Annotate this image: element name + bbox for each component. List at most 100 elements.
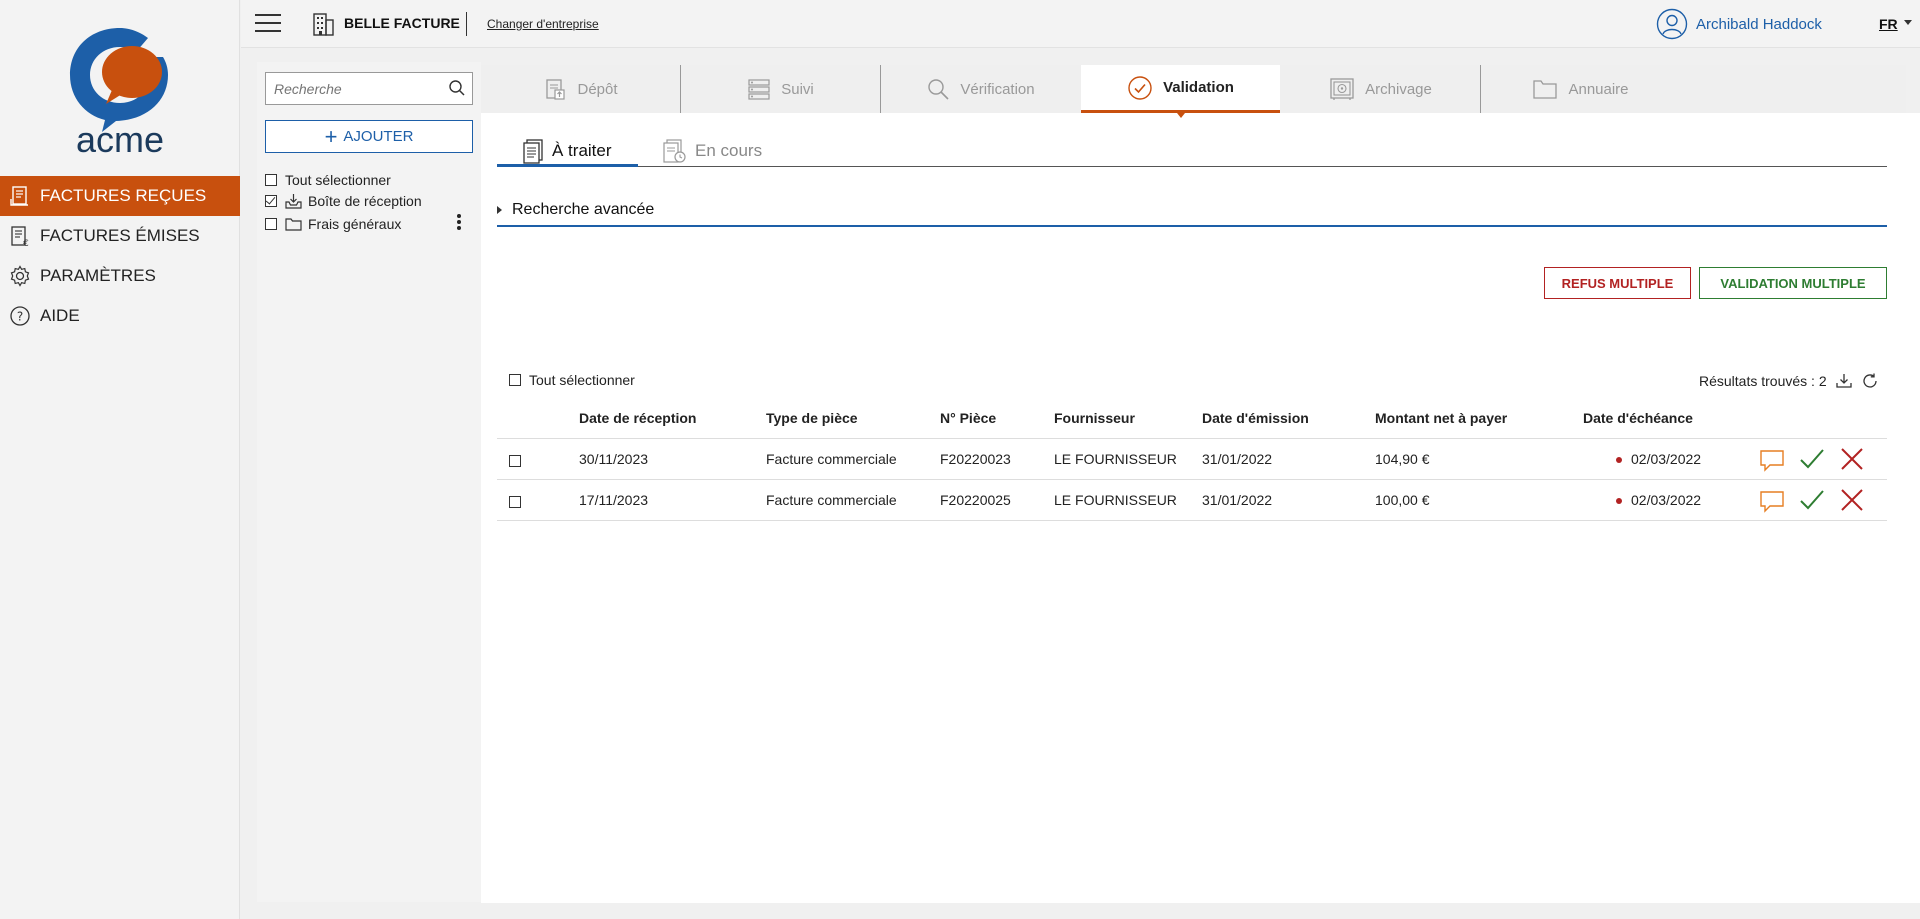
caret-down-icon	[1903, 19, 1912, 25]
tab-suivi[interactable]: Suivi	[681, 65, 880, 113]
received-invoices-icon	[8, 184, 32, 208]
search-icon	[926, 77, 950, 101]
search-input[interactable]	[274, 79, 439, 99]
bulk-validate-button[interactable]: VALIDATION MULTIPLE	[1699, 267, 1887, 299]
validate-icon[interactable]	[1799, 447, 1825, 471]
tab-verification[interactable]: Vérification	[881, 65, 1080, 113]
divider	[466, 12, 467, 36]
more-options-icon[interactable]	[457, 214, 463, 232]
safe-icon	[1329, 77, 1355, 101]
sidebar-item-label: FACTURES ÉMISES	[40, 226, 200, 245]
reject-icon[interactable]	[1839, 447, 1865, 471]
header-divider	[497, 438, 1887, 439]
folder-item[interactable]: Frais généraux	[265, 214, 401, 234]
sidebar-item-factures-emises[interactable]: € FACTURES ÉMISES	[0, 216, 240, 256]
select-all-label: Tout sélectionner	[285, 172, 391, 188]
add-label: AJOUTER	[343, 128, 414, 145]
subtab-en-cours[interactable]: En cours	[661, 134, 762, 167]
column-header-date-reception[interactable]: Date de réception	[579, 410, 696, 426]
cell-date-emission: 31/01/2022	[1202, 492, 1273, 508]
results-bar: Résultats trouvés : 2	[1699, 372, 1879, 390]
cell-fournisseur: LE FOURNISSEUR	[1054, 492, 1177, 508]
cell-montant: 104,90 €	[1375, 451, 1430, 467]
select-all-folders[interactable]: Tout sélectionner	[265, 170, 391, 190]
cell-date-reception: 17/11/2023	[579, 492, 649, 508]
overdue-status-dot	[1616, 457, 1622, 463]
row-checkbox[interactable]	[509, 455, 521, 467]
active-subtab-indicator	[497, 164, 638, 167]
building-icon	[313, 13, 334, 36]
cell-fournisseur: LE FOURNISSEUR	[1054, 451, 1177, 467]
column-header-numero-piece[interactable]: N° Pièce	[940, 410, 996, 426]
help-icon: ?	[8, 304, 32, 328]
folder-label: Boîte de réception	[308, 193, 422, 209]
column-header-date-emission[interactable]: Date d'émission	[1202, 410, 1309, 426]
subtab-label: À traiter	[552, 140, 612, 160]
caret-right-icon	[497, 206, 502, 214]
row-divider	[497, 479, 1887, 480]
user-name: Archibald Haddock	[1696, 15, 1822, 33]
comment-icon[interactable]	[1759, 489, 1785, 513]
documents-icon	[522, 138, 544, 164]
logo-text: acme	[76, 119, 164, 160]
cell-type-piece: Facture commerciale	[766, 492, 897, 508]
column-header-date-echeance[interactable]: Date d'échéance	[1583, 410, 1693, 426]
cell-type-piece: Facture commerciale	[766, 451, 897, 467]
sidebar-item-aide[interactable]: ? AIDE	[0, 296, 240, 336]
refresh-icon[interactable]	[1861, 372, 1879, 390]
cell-numero-piece: F20220023	[940, 451, 1011, 467]
subtab-label: En cours	[695, 140, 763, 160]
advanced-search-toggle[interactable]: Recherche avancée	[497, 201, 654, 219]
column-header-montant[interactable]: Montant net à payer	[1375, 410, 1507, 426]
reject-icon[interactable]	[1839, 488, 1865, 512]
select-all-invoices[interactable]: Tout sélectionner	[509, 372, 635, 388]
tab-label: Vérification	[960, 80, 1035, 98]
tab-annuaire[interactable]: Annuaire	[1481, 65, 1680, 113]
tab-depot[interactable]: Dépôt	[481, 65, 680, 113]
svg-text:?: ?	[17, 310, 23, 324]
tab-label: Suivi	[781, 80, 814, 98]
tab-archivage[interactable]: Archivage	[1281, 65, 1480, 113]
list-icon	[747, 77, 771, 101]
validate-icon[interactable]	[1799, 488, 1825, 512]
check-circle-icon	[1127, 75, 1153, 101]
row-checkbox[interactable]	[509, 496, 521, 508]
deposit-icon	[543, 77, 567, 101]
sidebar-item-factures-recues[interactable]: FACTURES REÇUES	[0, 176, 240, 216]
folder-icon	[285, 217, 302, 231]
menu-icon[interactable]	[255, 14, 281, 34]
change-company-link[interactable]: Changer d'entreprise	[487, 17, 599, 31]
bulk-reject-button[interactable]: REFUS MULTIPLE	[1544, 267, 1691, 299]
column-header-type-piece[interactable]: Type de pièce	[766, 410, 858, 426]
folder-item[interactable]: Boîte de réception	[265, 191, 422, 211]
sidebar-item-parametres[interactable]: PARAMÈTRES	[0, 256, 240, 296]
folder-checkbox[interactable]	[265, 218, 277, 230]
subtabs-divider	[497, 166, 1887, 167]
comment-icon[interactable]	[1759, 448, 1785, 472]
download-icon[interactable]	[1835, 372, 1853, 390]
cell-montant: 100,00 €	[1375, 492, 1430, 508]
user-menu[interactable]: Archibald Haddock	[1656, 8, 1822, 40]
sidebar-item-label: FACTURES REÇUES	[40, 186, 207, 205]
top-bar: BELLE FACTURE Changer d'entreprise Archi…	[241, 0, 1920, 48]
sidebar: acme FACTURES REÇUES € FACTURES ÉMISES P…	[0, 0, 240, 919]
plus-icon: +	[324, 123, 338, 149]
advanced-search-label: Recherche avancée	[512, 201, 655, 218]
select-all-checkbox[interactable]	[509, 374, 521, 386]
language-selector[interactable]: FR	[1879, 16, 1912, 32]
cell-numero-piece: F20220025	[940, 492, 1011, 508]
company-name: BELLE FACTURE	[344, 15, 460, 31]
subtab-a-traiter[interactable]: À traiter	[522, 134, 612, 167]
tab-label: Archivage	[1365, 80, 1432, 98]
folder-icon	[1532, 78, 1558, 100]
svg-text:€: €	[23, 239, 29, 247]
column-header-fournisseur[interactable]: Fournisseur	[1054, 410, 1135, 426]
tab-validation[interactable]: Validation	[1081, 65, 1280, 118]
inbox-icon	[285, 193, 302, 209]
search-icon[interactable]	[448, 79, 466, 101]
folder-label: Frais généraux	[308, 216, 402, 232]
folder-checkbox[interactable]	[265, 195, 277, 207]
add-button[interactable]: + AJOUTER	[265, 120, 473, 153]
select-all-checkbox[interactable]	[265, 174, 277, 186]
user-avatar-icon	[1656, 8, 1688, 40]
